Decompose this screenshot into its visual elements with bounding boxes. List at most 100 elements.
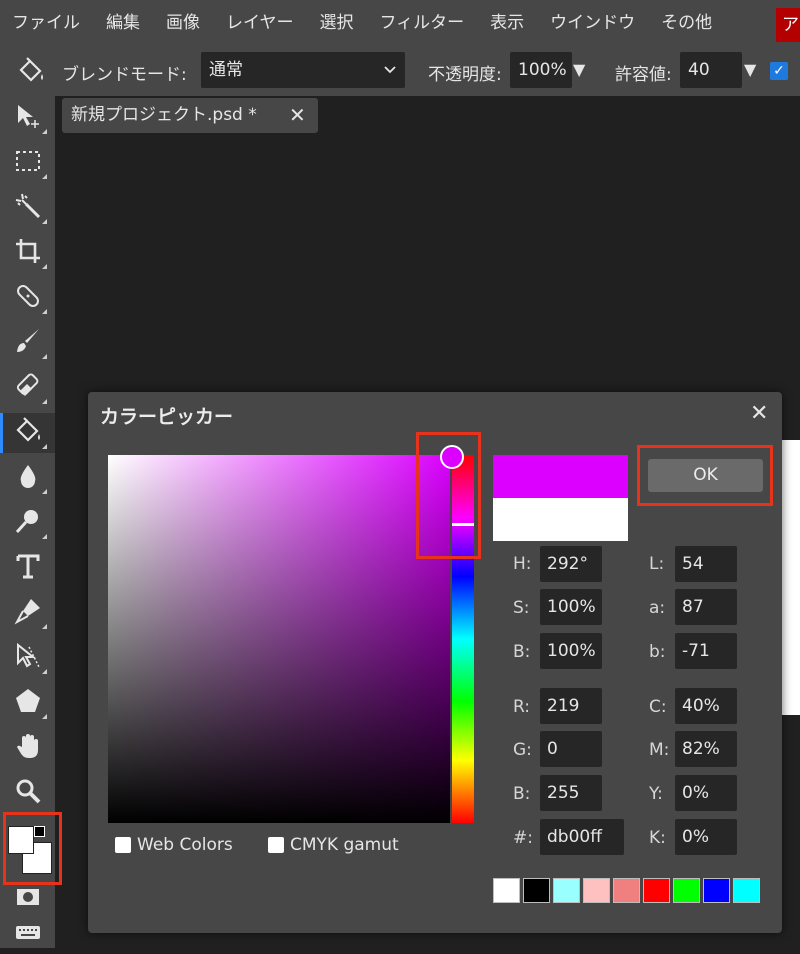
lab-a-input[interactable]: 87 xyxy=(675,589,737,625)
crop-tool[interactable] xyxy=(0,233,55,273)
magnifier-icon xyxy=(13,776,43,810)
brush-tool[interactable] xyxy=(0,323,55,363)
paint-bucket-icon xyxy=(13,416,43,450)
highlight-hue-area xyxy=(416,432,481,559)
opacity-dropdown-icon[interactable]: ▼ xyxy=(573,60,585,79)
magenta-input[interactable]: 82% xyxy=(675,731,737,767)
web-colors-label: Web Colors xyxy=(137,835,233,855)
tolerance-input[interactable]: 40 xyxy=(680,52,742,88)
menu-filter[interactable]: フィルター xyxy=(367,0,478,46)
zoom-tool[interactable] xyxy=(0,773,55,813)
blur-tool[interactable] xyxy=(0,458,55,498)
contiguous-checkbox[interactable]: ✓ xyxy=(770,62,788,80)
yellow-input[interactable]: 0% xyxy=(675,775,737,811)
menu-bar: ファイル 編集 画像 レイヤー 選択 フィルター 表示 ウインドウ その他 xyxy=(0,0,800,46)
color-picker-dialog: カラーピッカー ✕ Web Colors CMYK gamut OK H: 29… xyxy=(88,392,782,933)
dialog-title: カラーピッカー xyxy=(100,406,234,428)
brush-icon xyxy=(13,326,43,360)
marquee-tool[interactable] xyxy=(0,143,55,183)
hand-icon xyxy=(13,731,43,765)
preset-swatch[interactable] xyxy=(673,878,700,903)
eraser-tool[interactable] xyxy=(0,368,55,408)
cmyk-gamut-checkbox[interactable] xyxy=(268,837,284,853)
web-colors-option[interactable]: Web Colors xyxy=(115,835,233,855)
hex-label: #: xyxy=(513,828,533,848)
saturation-input[interactable]: 100% xyxy=(540,589,602,625)
new-color-preview xyxy=(493,455,628,498)
dodge-icon xyxy=(13,506,43,540)
bandage-icon xyxy=(13,281,43,315)
chevron-down-icon xyxy=(383,52,397,101)
cmyk-gamut-label: CMYK gamut xyxy=(290,835,399,855)
menu-edit[interactable]: 編集 xyxy=(93,0,153,46)
pen-icon xyxy=(13,596,43,630)
close-icon[interactable]: ✕ xyxy=(750,401,768,426)
pen-tool[interactable] xyxy=(0,593,55,633)
paint-bucket-tool[interactable] xyxy=(0,413,55,453)
preset-swatch[interactable] xyxy=(553,878,580,903)
opacity-input[interactable]: 100% xyxy=(510,52,572,88)
menu-window[interactable]: ウインドウ xyxy=(537,0,648,46)
yellow-label: Y: xyxy=(649,784,663,804)
keyboard-button[interactable] xyxy=(0,914,55,954)
red-input[interactable]: 219 xyxy=(540,688,602,724)
preset-swatch[interactable] xyxy=(733,878,760,903)
preset-swatch[interactable] xyxy=(613,878,640,903)
preset-swatch[interactable] xyxy=(703,878,730,903)
canvas[interactable] xyxy=(782,440,800,715)
document-tab[interactable]: 新規プロジェクト.psd * xyxy=(62,98,318,133)
magenta-label: M: xyxy=(649,740,670,760)
brightness-label: B: xyxy=(513,642,531,662)
black-input[interactable]: 0% xyxy=(675,819,737,855)
red-label: R: xyxy=(513,697,531,717)
highlight-color-swatch xyxy=(3,812,62,885)
eraser-icon xyxy=(13,371,43,405)
magic-wand-tool[interactable] xyxy=(0,188,55,228)
black-label: K: xyxy=(649,828,666,848)
quick-mask-icon xyxy=(13,881,43,915)
menu-more[interactable]: その他 xyxy=(648,0,725,46)
cyan-label: C: xyxy=(649,697,667,717)
move-tool[interactable] xyxy=(0,98,55,138)
menu-layer[interactable]: レイヤー xyxy=(213,0,307,46)
preset-swatch[interactable] xyxy=(523,878,550,903)
hue-input[interactable]: 292° xyxy=(540,546,602,582)
tolerance-dropdown-icon[interactable]: ▼ xyxy=(744,60,756,79)
lab-b-input[interactable]: -71 xyxy=(675,633,737,669)
current-color-preview[interactable] xyxy=(493,498,628,541)
preset-swatch[interactable] xyxy=(583,878,610,903)
blue-input[interactable]: 255 xyxy=(540,775,602,811)
blend-mode-value: 通常 xyxy=(209,60,243,80)
web-colors-checkbox[interactable] xyxy=(115,837,131,853)
preset-swatch[interactable] xyxy=(493,878,520,903)
hex-input[interactable]: db00ff xyxy=(540,819,624,855)
cmyk-gamut-option[interactable]: CMYK gamut xyxy=(268,835,399,855)
lab-l-input[interactable]: 54 xyxy=(675,546,737,582)
close-icon[interactable]: ✕ xyxy=(289,98,306,133)
text-icon xyxy=(13,551,43,585)
green-input[interactable]: 0 xyxy=(540,731,602,767)
preset-swatch[interactable] xyxy=(643,878,670,903)
dodge-tool[interactable] xyxy=(0,503,55,543)
healing-tool[interactable] xyxy=(0,278,55,318)
saturation-brightness-field[interactable] xyxy=(108,455,450,823)
shape-tool[interactable] xyxy=(0,683,55,723)
marquee-icon xyxy=(13,146,43,180)
menu-file[interactable]: ファイル xyxy=(0,0,93,46)
brightness-input[interactable]: 100% xyxy=(540,633,602,669)
path-select-icon xyxy=(13,641,43,675)
water-drop-icon xyxy=(13,461,43,495)
menu-select[interactable]: 選択 xyxy=(307,0,367,46)
menu-image[interactable]: 画像 xyxy=(153,0,213,46)
highlight-ok xyxy=(637,445,773,506)
account-button[interactable]: ア xyxy=(776,8,800,42)
hue-label: H: xyxy=(513,554,532,574)
cyan-input[interactable]: 40% xyxy=(675,688,737,724)
options-bar: ブレンドモード: 通常 不透明度: 100% ▼ 許容値: 40 ▼ ✓ xyxy=(0,46,800,96)
path-select-tool[interactable] xyxy=(0,638,55,678)
saturation-label: S: xyxy=(513,598,530,618)
text-tool[interactable] xyxy=(0,548,55,588)
blend-mode-select[interactable]: 通常 xyxy=(201,52,405,88)
menu-view[interactable]: 表示 xyxy=(477,0,537,46)
hand-tool[interactable] xyxy=(0,728,55,768)
